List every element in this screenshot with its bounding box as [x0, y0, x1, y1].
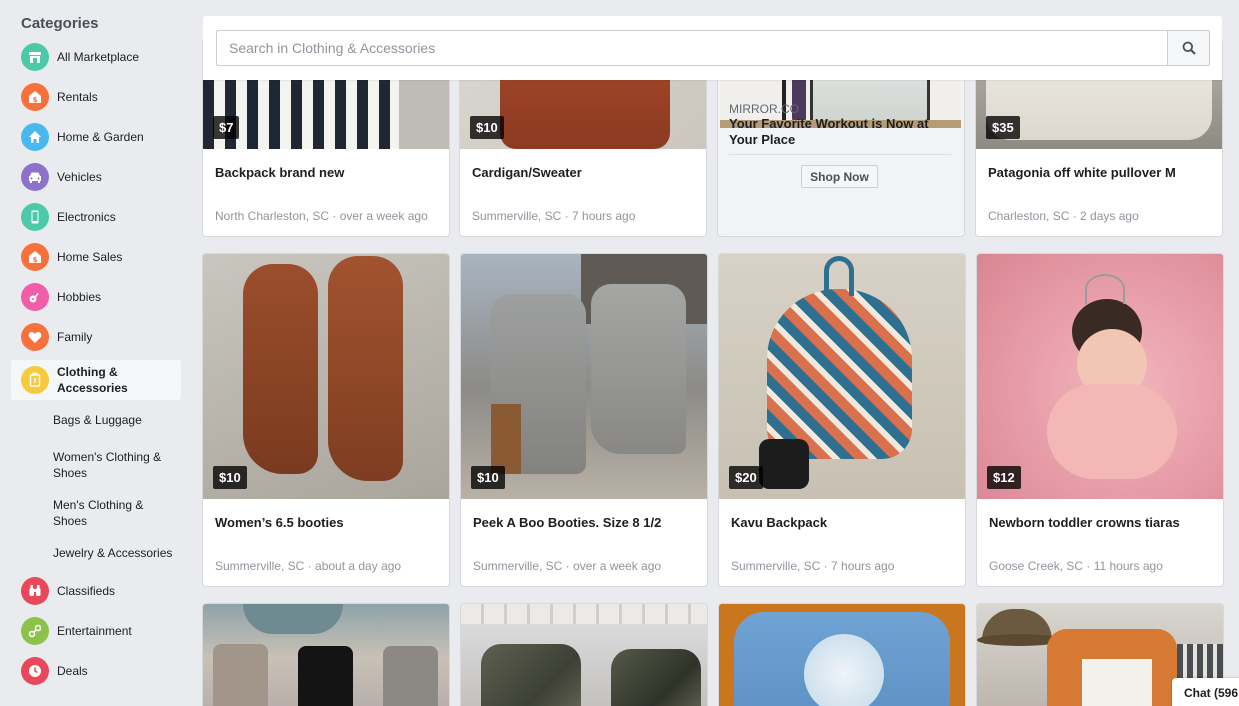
sidebar-item-label: Entertainment: [57, 624, 132, 638]
car-icon: [21, 163, 49, 191]
clothing-icon: [21, 366, 49, 394]
sidebar-item-classifieds[interactable]: Classifieds: [11, 573, 181, 609]
listing-location-time: Summerville, SC · over a week ago: [473, 559, 662, 573]
home-icon: [21, 123, 49, 151]
heart-icon: [21, 323, 49, 351]
svg-text:$: $: [33, 256, 38, 264]
listing-title: Patagonia off white pullover M: [988, 165, 1176, 180]
sidebar-item-label: Deals: [57, 664, 88, 678]
listing-title: Cardigan/Sweater: [472, 165, 582, 180]
search-input[interactable]: [216, 30, 1167, 66]
sidebar-item-label: Classifieds: [57, 584, 116, 598]
price-badge: $10: [471, 466, 505, 489]
sidebar-item-vehicles[interactable]: Vehicles: [11, 159, 181, 195]
listing-card[interactable]: $12 Newborn toddler crowns tiaras Goose …: [977, 254, 1223, 586]
sidebar-item-home-sales[interactable]: $ Home Sales: [11, 239, 181, 275]
sidebar-item-entertainment[interactable]: Entertainment: [11, 613, 181, 649]
listing-location-time: Summerville, SC · 7 hours ago: [472, 209, 636, 223]
svg-text:$: $: [33, 96, 38, 104]
sidebar-item-family[interactable]: Family: [11, 319, 181, 355]
listing-photo: [461, 254, 707, 499]
chat-tab[interactable]: Chat (596: [1172, 678, 1239, 706]
ad-source: MIRROR.CO: [729, 102, 799, 116]
sidebar-item-label: Family: [57, 330, 93, 344]
sidebar-item-label: Rentals: [57, 90, 98, 104]
search-icon: [1182, 41, 1196, 55]
price-badge: $10: [470, 116, 504, 139]
clock-icon: [21, 657, 49, 685]
shop-now-button[interactable]: Shop Now: [801, 165, 878, 188]
listing-card[interactable]: [203, 604, 449, 706]
sidebar-item-home-garden[interactable]: Home & Garden: [11, 119, 181, 155]
listing-photo: [203, 254, 449, 499]
home-sale-icon: $: [21, 243, 49, 271]
sidebar-item-clothing-accessories[interactable]: Clothing & Accessories: [11, 360, 181, 400]
search-bar: [203, 16, 1222, 80]
sidebar-item-label: Clothing & Accessories: [57, 365, 128, 395]
listing-title: Peek A Boo Booties. Size 8 1/2: [473, 515, 662, 530]
tickets-icon: [21, 617, 49, 645]
sidebar-item-rentals[interactable]: $ Rentals: [11, 79, 181, 115]
listing-card[interactable]: [461, 604, 707, 706]
ad-headline: Your Favorite Workout is Now at Your Pla…: [729, 116, 929, 147]
sidebar-item-electronics[interactable]: Electronics: [11, 199, 181, 235]
listing-location-time: Charleston, SC · 2 days ago: [988, 209, 1139, 223]
divider: [729, 154, 951, 155]
guitar-icon: [21, 283, 49, 311]
listing-title: Kavu Backpack: [731, 515, 828, 530]
sidebar: Categories All Marketplace $ Rentals Hom…: [0, 0, 190, 706]
subcategory-womens-clothing-shoes[interactable]: Women's Clothing & Shoes: [53, 449, 173, 481]
rental-house-icon: $: [21, 83, 49, 111]
listing-card[interactable]: $20 Kavu Backpack Summerville, SC · 7 ho…: [719, 254, 965, 586]
listing-location-time: Goose Creek, SC · 11 hours ago: [989, 559, 1163, 573]
listing-title: Newborn toddler crowns tiaras: [989, 515, 1180, 530]
sidebar-item-label: Home & Garden: [57, 130, 144, 144]
listing-photo: [977, 254, 1223, 499]
price-badge: $35: [986, 116, 1020, 139]
price-badge: $12: [987, 466, 1021, 489]
listing-photo: [719, 254, 965, 499]
listing-card[interactable]: $10 Peek A Boo Booties. Size 8 1/2 Summe…: [461, 254, 707, 586]
listing-title: Women’s 6.5 booties: [215, 515, 344, 530]
listing-title: Backpack brand new: [215, 165, 345, 180]
price-badge: $7: [213, 116, 240, 139]
subcategory-mens-clothing-shoes[interactable]: Men's Clothing & Shoes: [53, 497, 173, 529]
listing-photo: [203, 604, 449, 706]
price-badge: $20: [729, 466, 763, 489]
listing-location-time: Summerville, SC · 7 hours ago: [731, 559, 895, 573]
listing-location-time: Summerville, SC · about a day ago: [215, 559, 402, 573]
sidebar-item-all-marketplace[interactable]: All Marketplace: [11, 39, 181, 75]
subcategory-bags-luggage[interactable]: Bags & Luggage: [53, 412, 173, 428]
listing-location-time: North Charleston, SC · over a week ago: [215, 209, 428, 223]
sidebar-item-label: All Marketplace: [57, 50, 140, 64]
storefront-icon: [21, 43, 49, 71]
listing-photo: [719, 604, 965, 706]
listing-photo: [461, 604, 707, 706]
sidebar-title: Categories: [21, 15, 99, 32]
search-button[interactable]: [1167, 30, 1210, 66]
sidebar-item-hobbies[interactable]: Hobbies: [11, 279, 181, 315]
sidebar-item-deals[interactable]: Deals: [11, 653, 181, 689]
sidebar-item-label: Hobbies: [57, 290, 102, 304]
sidebar-item-label: Vehicles: [57, 170, 102, 184]
listing-card[interactable]: [719, 604, 965, 706]
binoculars-icon: [21, 577, 49, 605]
sidebar-item-label: Home Sales: [57, 250, 123, 264]
phone-icon: [21, 203, 49, 231]
sidebar-item-label: Electronics: [57, 210, 116, 224]
price-badge: $10: [213, 466, 247, 489]
subcategory-jewelry-accessories[interactable]: Jewelry & Accessories: [53, 545, 183, 561]
listing-card[interactable]: $10 Women’s 6.5 booties Summerville, SC …: [203, 254, 449, 586]
